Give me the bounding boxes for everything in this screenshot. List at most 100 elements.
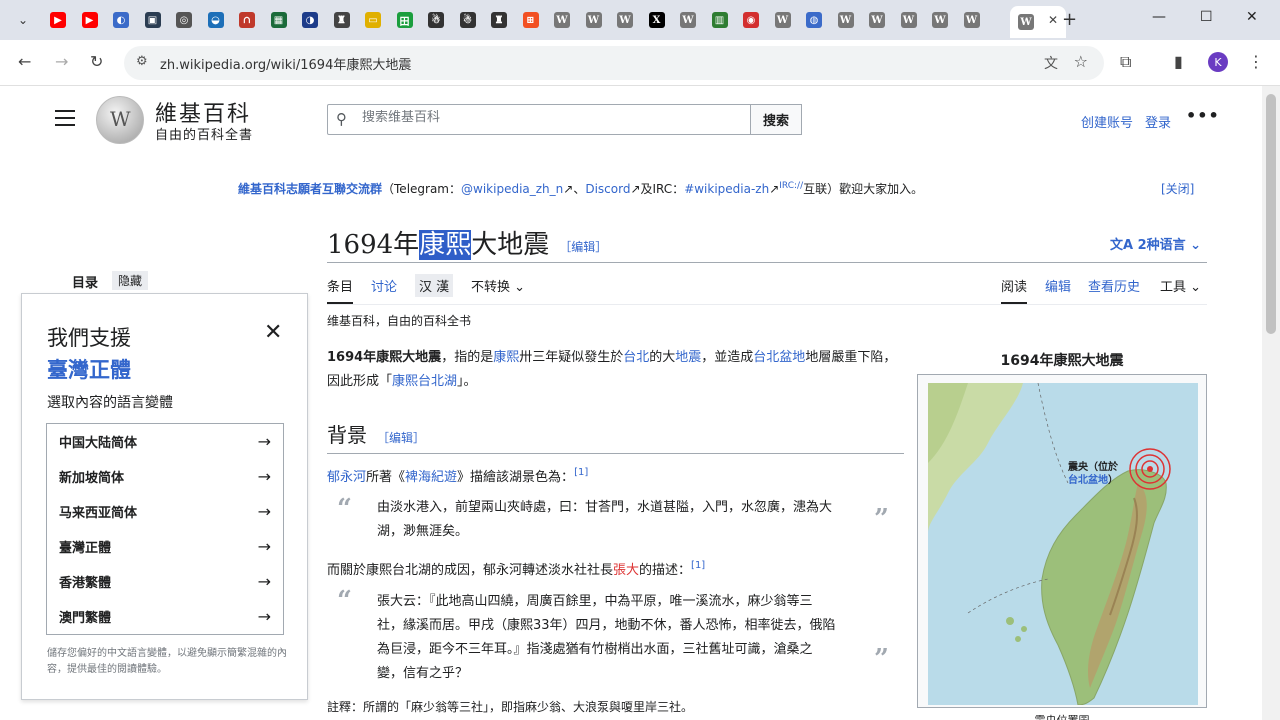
browser-tab[interactable]: W	[929, 9, 951, 31]
minimize-button[interactable]: —	[1152, 9, 1166, 25]
browser-tab[interactable]: W	[898, 9, 920, 31]
active-tab[interactable]: W ✕	[1010, 6, 1066, 38]
browser-tab[interactable]: ▥	[709, 9, 731, 31]
browser-menu-icon[interactable]: ⋮	[1248, 52, 1264, 71]
section-edit-link[interactable]: ［编辑］	[377, 431, 425, 445]
browser-tab[interactable]: ▶	[47, 9, 69, 31]
browser-tab[interactable]: ◐	[110, 9, 132, 31]
browser-tab[interactable]: W	[866, 9, 888, 31]
more-options-icon[interactable]: •••	[1186, 106, 1220, 125]
close-icon[interactable]: ✕	[264, 320, 282, 345]
irc-superscript[interactable]: IRC://	[779, 181, 803, 191]
new-tab-button[interactable]: +	[1062, 9, 1077, 30]
tab-variant[interactable]: 汉 漢	[415, 274, 454, 297]
browser-tab[interactable]: W	[551, 9, 573, 31]
profile-avatar[interactable]: K	[1208, 52, 1228, 72]
tab-talk[interactable]: 讨论	[371, 276, 397, 295]
browser-tab[interactable]: ☃	[425, 9, 447, 31]
maximize-button[interactable]: ☐	[1200, 9, 1213, 25]
tab-tools[interactable]: 工具 ⌄	[1160, 276, 1201, 295]
forward-button[interactable]: →	[55, 52, 68, 71]
browser-tab[interactable]: X	[646, 9, 668, 31]
variant-option[interactable]: 马来西亚简体 →	[47, 494, 283, 529]
variant-option[interactable]: 新加坡简体 →	[47, 459, 283, 494]
browser-tab[interactable]: W	[583, 9, 605, 31]
link-kangxi[interactable]: 康熙	[493, 350, 519, 365]
browser-tab[interactable]: ⊞	[520, 9, 542, 31]
browser-tab[interactable]: W	[961, 9, 983, 31]
scrollbar-thumb[interactable]	[1266, 94, 1276, 334]
browser-tab[interactable]: ▭	[362, 9, 384, 31]
main-menu-icon[interactable]	[55, 110, 75, 131]
toc-hide-button[interactable]: 隐藏	[112, 271, 149, 290]
browser-tab[interactable]: ▦	[268, 9, 290, 31]
translate-icon[interactable]: 文	[1044, 53, 1058, 73]
browser-tab[interactable]: ▣	[142, 9, 164, 31]
taiwan-relief-map[interactable]: 震央（位於 台北盆地）	[928, 383, 1198, 705]
page-scrollbar[interactable]	[1262, 86, 1280, 720]
browser-tab[interactable]: ∩	[236, 9, 258, 31]
browser-tab[interactable]: ♜	[331, 9, 353, 31]
epicenter-link[interactable]: 台北盆地	[1068, 475, 1108, 486]
wikipedia-globe-logo[interactable]	[96, 96, 144, 144]
tab-read[interactable]: 阅读	[1001, 276, 1028, 304]
close-window-button[interactable]: ✕	[1246, 9, 1258, 25]
link-taipei-basin[interactable]: 台北盆地	[753, 350, 805, 365]
browser-tab[interactable]: ☃	[457, 9, 479, 31]
variant-option[interactable]: 香港繁體 →	[47, 564, 283, 599]
browser-tab[interactable]: 田	[394, 9, 416, 31]
browser-tab[interactable]: W	[614, 9, 636, 31]
browser-tab[interactable]: W	[772, 9, 794, 31]
link-pihai-jiyou[interactable]: 裨海紀遊	[405, 470, 457, 485]
browser-tab[interactable]: ◒	[205, 9, 227, 31]
irc-link[interactable]: #wikipedia-zh	[684, 182, 769, 196]
browser-tab[interactable]: ◉	[740, 9, 762, 31]
tab-article[interactable]: 条目	[327, 276, 354, 304]
title-edit-link[interactable]: ［编辑］	[559, 240, 607, 254]
url-text[interactable]: zh.wikipedia.org/wiki/1694年康熙大地震	[160, 54, 411, 73]
create-account-link[interactable]: 创建账号	[1081, 112, 1133, 131]
search-input[interactable]	[362, 110, 742, 125]
title-selected-text[interactable]: 康熙	[419, 230, 472, 260]
browser-tab[interactable]: W	[835, 9, 857, 31]
back-button[interactable]: ←	[18, 52, 31, 71]
variant-option[interactable]: 澳門繁體 →	[47, 599, 283, 634]
search-button[interactable]: 搜索	[750, 104, 802, 135]
side-panel-icon[interactable]: ▮	[1174, 52, 1183, 71]
link-zhang-da[interactable]: 張大	[613, 563, 639, 578]
site-info-icon[interactable]: ⚙	[136, 54, 148, 69]
login-link[interactable]: 登录	[1145, 112, 1171, 131]
link-kangxi-lake[interactable]: 康熙台北湖	[392, 374, 457, 389]
close-tab-icon[interactable]: ✕	[1048, 13, 1058, 27]
reference-link[interactable]: [1]	[574, 467, 588, 478]
tab-edit[interactable]: 编辑	[1045, 276, 1071, 295]
variant-option[interactable]: 中国大陆简体 →	[47, 424, 283, 459]
extensions-icon[interactable]: ⧉	[1120, 52, 1131, 72]
browser-tab[interactable]: ♜	[488, 9, 510, 31]
reference-link[interactable]: [1]	[691, 560, 705, 571]
browser-tab[interactable]: ◑	[299, 9, 321, 31]
tab-history[interactable]: 查看历史	[1088, 276, 1140, 295]
bookmark-star-icon[interactable]: ☆	[1074, 52, 1088, 71]
browser-tab[interactable]: ▶	[79, 9, 101, 31]
page-title: 1694年康熙大地震 ［编辑］	[327, 224, 607, 261]
tab-no-convert[interactable]: 不转换 ⌄	[471, 276, 525, 295]
tab-search-dropdown[interactable]: ⌄	[10, 8, 36, 32]
notice-group-link[interactable]: 維基百科志願者互聯交流群	[238, 182, 382, 196]
browser-tab[interactable]: W	[677, 9, 699, 31]
browser-tab[interactable]: ◍	[803, 9, 825, 31]
lead-text: 的大	[649, 350, 676, 365]
close-notice-link[interactable]: [关闭]	[1161, 180, 1194, 197]
reload-button[interactable]: ↻	[90, 52, 103, 71]
tagline: 自由的百科全書	[155, 128, 254, 143]
address-bar[interactable]: ⚙ zh.wikipedia.org/wiki/1694年康熙大地震 文 ☆	[124, 46, 1104, 80]
language-button[interactable]: 文A 2种语言 ⌄	[1110, 234, 1201, 253]
browser-tab[interactable]: ◎	[173, 9, 195, 31]
telegram-link[interactable]: @wikipedia_zh_n	[461, 182, 563, 196]
variant-option[interactable]: 臺灣正體 →	[47, 529, 283, 564]
link-earthquake[interactable]: 地震	[675, 350, 701, 365]
tab-favicon-icon: W	[585, 12, 602, 28]
link-taipei[interactable]: 台北	[623, 350, 649, 365]
link-yu-yonghe[interactable]: 郁永河	[327, 470, 366, 485]
discord-link[interactable]: Discord	[585, 182, 630, 196]
